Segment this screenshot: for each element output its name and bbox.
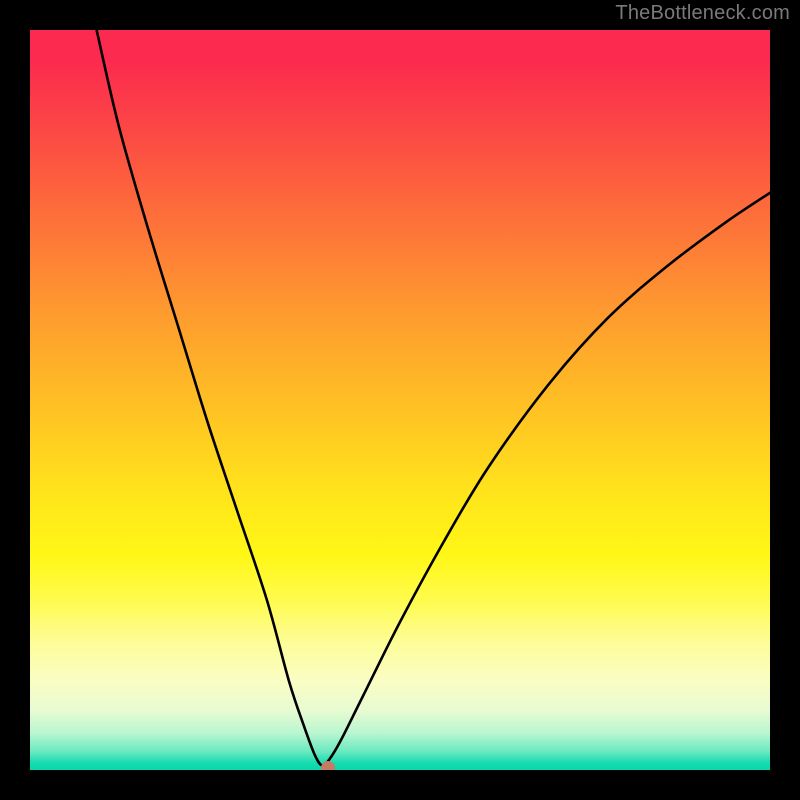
min-marker-dot <box>321 761 335 770</box>
bottleneck-curve-path <box>97 30 770 766</box>
attribution-text: TheBottleneck.com <box>615 2 790 25</box>
curve-svg <box>30 30 770 770</box>
chart-frame: TheBottleneck.com <box>0 0 800 800</box>
plot-area <box>30 30 770 770</box>
